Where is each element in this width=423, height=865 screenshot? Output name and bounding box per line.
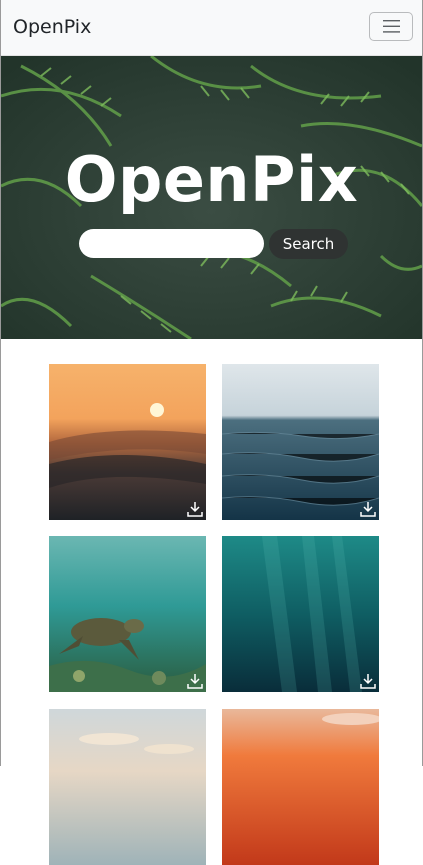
gallery-image [222, 364, 379, 520]
search-input[interactable] [79, 229, 264, 258]
gallery-item-beach-sky[interactable] [49, 709, 206, 865]
gallery-image [49, 536, 206, 692]
gallery-image [49, 364, 206, 520]
gallery-item-underwater-light[interactable] [222, 536, 379, 692]
hero-title: OpenPix [64, 143, 359, 216]
gallery-image [49, 709, 206, 865]
hamburger-menu-icon [383, 20, 400, 33]
download-icon[interactable] [186, 672, 204, 690]
hero-banner: OpenPix Search [1, 56, 422, 339]
brand-link[interactable]: OpenPix [13, 15, 91, 39]
gallery-image [222, 536, 379, 692]
download-icon[interactable] [186, 500, 204, 518]
download-icon[interactable] [359, 500, 377, 518]
gallery-item-orange-sunset[interactable] [222, 709, 379, 865]
gallery-item-sunset-waves[interactable] [49, 364, 206, 520]
gallery-image [222, 709, 379, 865]
download-icon[interactable] [359, 672, 377, 690]
navbar: OpenPix [1, 0, 422, 56]
menu-toggle-button[interactable] [369, 12, 413, 41]
gallery-item-open-ocean[interactable] [222, 364, 379, 520]
search-button[interactable]: Search [269, 229, 348, 259]
gallery-item-sea-turtle[interactable] [49, 536, 206, 692]
